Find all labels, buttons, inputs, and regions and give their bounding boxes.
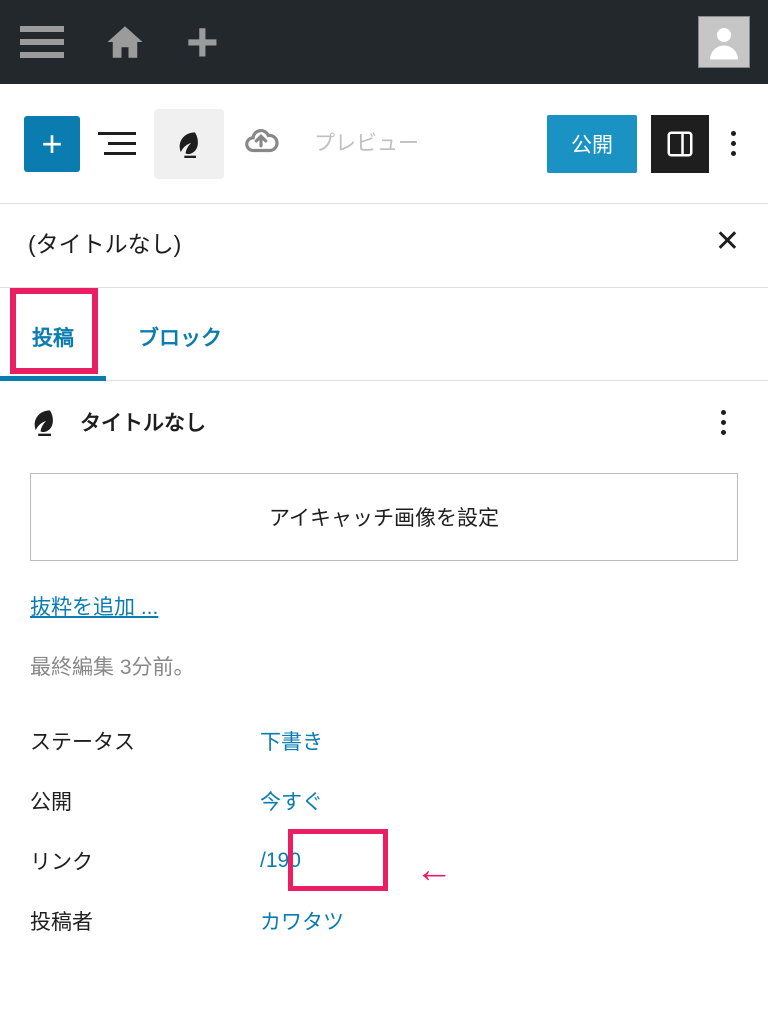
document-title: (タイトルなし)	[28, 225, 181, 259]
document-outline-icon[interactable]	[98, 132, 136, 155]
more-options-icon[interactable]	[723, 131, 744, 156]
meta-author-value[interactable]: カワタツ	[260, 906, 344, 936]
meta-status-value[interactable]: 下書き	[260, 726, 323, 756]
panel-more-icon[interactable]	[721, 410, 738, 435]
annotation-highlight	[10, 288, 98, 374]
meta-author-row[interactable]: 投稿者 カワタツ	[30, 891, 738, 951]
editor-toolbar: + プレビュー 公開	[0, 84, 768, 204]
meta-status-row[interactable]: ステータス 下書き	[30, 711, 738, 771]
admin-bar: +	[0, 0, 768, 84]
toolbar-right: 公開	[547, 115, 744, 173]
annotation-arrow-icon	[415, 849, 453, 892]
settings-panel-toggle[interactable]	[651, 115, 709, 173]
add-new-icon[interactable]: +	[186, 14, 219, 70]
panel-title-row: タイトルなし	[30, 407, 738, 437]
meta-status-label: ステータス	[30, 726, 260, 756]
preview-button: プレビュー	[314, 128, 419, 160]
publish-button[interactable]: 公開	[547, 115, 637, 173]
featured-image-button[interactable]: アイキャッチ画像を設定	[30, 473, 738, 561]
tab-block[interactable]: ブロック	[106, 298, 254, 380]
last-edited-text: 最終編集 3分前。	[30, 651, 738, 681]
panel-title: タイトルなし	[80, 407, 206, 437]
meta-publish-value[interactable]: 今すぐ	[260, 786, 323, 816]
meta-author-label: 投稿者	[30, 906, 260, 936]
meta-publish-label: 公開	[30, 786, 260, 816]
meta-link-label: リンク	[30, 846, 260, 876]
meta-link-row[interactable]: リンク /190	[30, 831, 738, 891]
add-block-button[interactable]: +	[24, 116, 80, 172]
leaf-icon	[30, 408, 58, 436]
document-title-row: (タイトルなし) ✕	[0, 204, 768, 288]
annotation-link-highlight	[288, 829, 388, 891]
close-icon[interactable]: ✕	[715, 224, 740, 259]
admin-left: +	[10, 14, 219, 70]
meta-publish-row[interactable]: 公開 今すぐ	[30, 771, 738, 831]
menu-icon[interactable]	[20, 26, 64, 58]
home-icon[interactable]	[104, 21, 146, 63]
avatar[interactable]	[698, 16, 750, 68]
add-excerpt-link[interactable]: 抜粋を追加 ...	[30, 591, 158, 621]
post-settings-panel: タイトルなし アイキャッチ画像を設定 抜粋を追加 ... 最終編集 3分前。 ス…	[0, 381, 768, 977]
save-cloud-icon[interactable]	[242, 122, 280, 165]
edit-mode-button[interactable]	[154, 109, 224, 179]
settings-tabs: 投稿 ブロック	[0, 298, 768, 381]
